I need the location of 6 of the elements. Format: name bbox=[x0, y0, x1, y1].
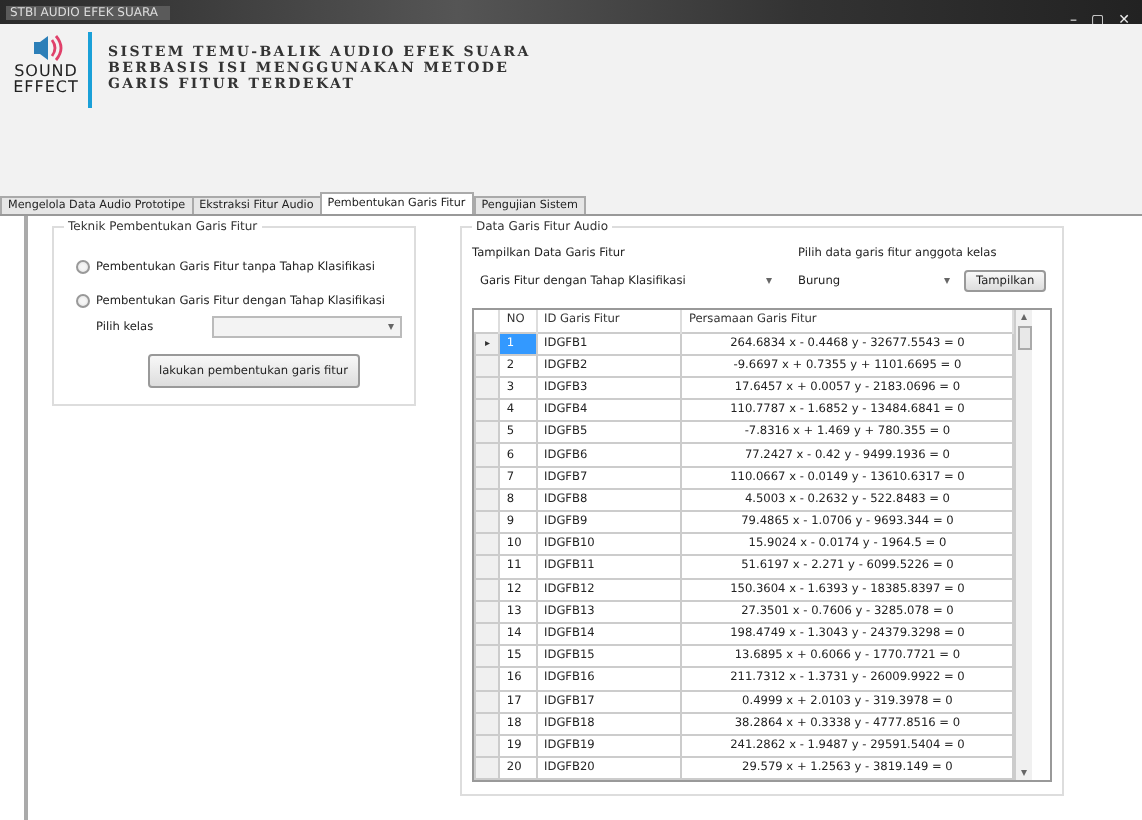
speaker-icon bbox=[28, 32, 64, 64]
radio-button[interactable] bbox=[76, 294, 90, 308]
logo-text: SOUND bbox=[14, 64, 78, 80]
radio-button[interactable] bbox=[76, 260, 90, 274]
logo-text: EFFECT bbox=[13, 80, 79, 96]
scrollbar-thumb[interactable] bbox=[1017, 326, 1031, 350]
